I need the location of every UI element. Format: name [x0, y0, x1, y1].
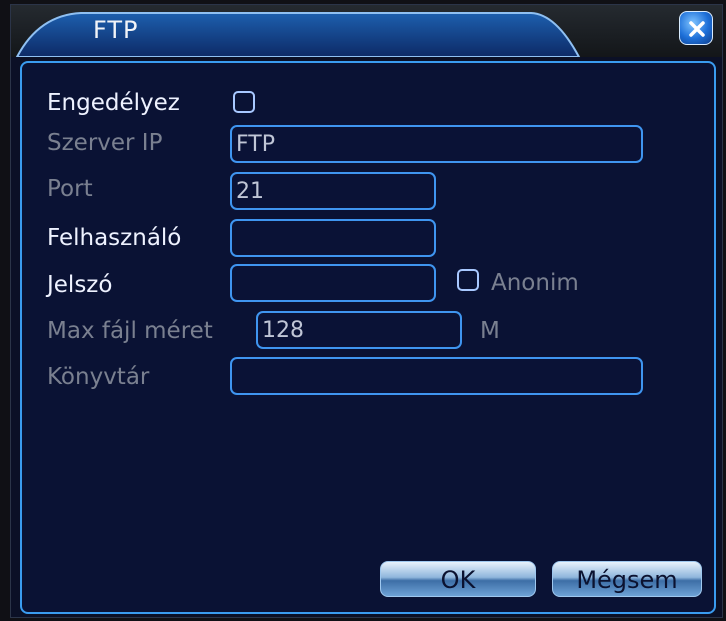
directory-label: Könyvtár	[47, 364, 150, 390]
close-button[interactable]	[679, 11, 713, 45]
anonymous-checkbox[interactable]	[457, 269, 479, 291]
server-ip-input[interactable]	[230, 125, 643, 163]
enable-label: Engedélyez	[47, 90, 180, 116]
dialog-title: FTP	[93, 16, 139, 44]
settings-panel: Engedélyez Szerver IP Port Felhasználó J…	[20, 61, 716, 614]
max-file-size-unit: M	[480, 318, 500, 344]
password-label: Jelszó	[47, 272, 113, 298]
directory-input[interactable]	[230, 357, 643, 395]
enable-checkbox[interactable]	[233, 91, 255, 113]
anonymous-label: Anonim	[491, 270, 579, 296]
close-icon	[689, 21, 705, 37]
server-ip-label: Szerver IP	[47, 130, 163, 156]
max-file-size-input[interactable]	[256, 311, 462, 349]
max-file-size-label: Max fájl méret	[47, 318, 213, 344]
port-label: Port	[47, 176, 93, 202]
port-input[interactable]	[230, 172, 436, 210]
username-input[interactable]	[230, 219, 436, 257]
title-bar: FTP	[11, 5, 722, 57]
cancel-button[interactable]: Mégsem	[552, 561, 702, 597]
username-label: Felhasználó	[47, 225, 182, 251]
ftp-dialog: FTP Engedélyez Szerver IP Port Felhaszná…	[10, 4, 723, 618]
ok-button[interactable]: OK	[380, 561, 536, 597]
password-input[interactable]	[230, 264, 436, 302]
